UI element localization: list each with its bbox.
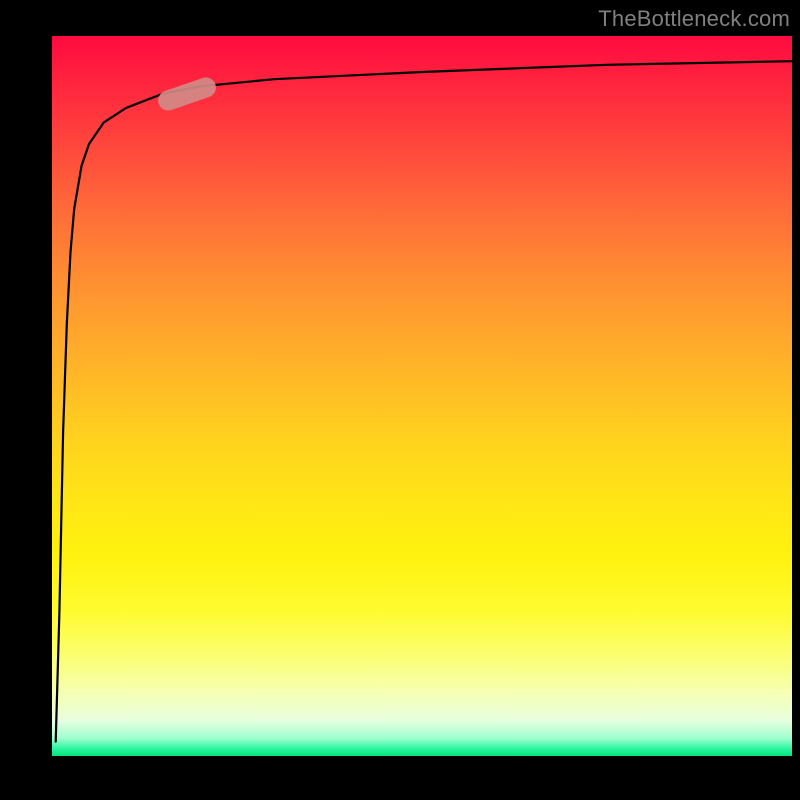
chart-frame: TheBottleneck.com <box>0 0 800 800</box>
curve-layer <box>52 36 792 756</box>
plot-area <box>52 36 792 756</box>
watermark-text: TheBottleneck.com <box>598 6 790 32</box>
bottleneck-curve <box>56 61 792 741</box>
